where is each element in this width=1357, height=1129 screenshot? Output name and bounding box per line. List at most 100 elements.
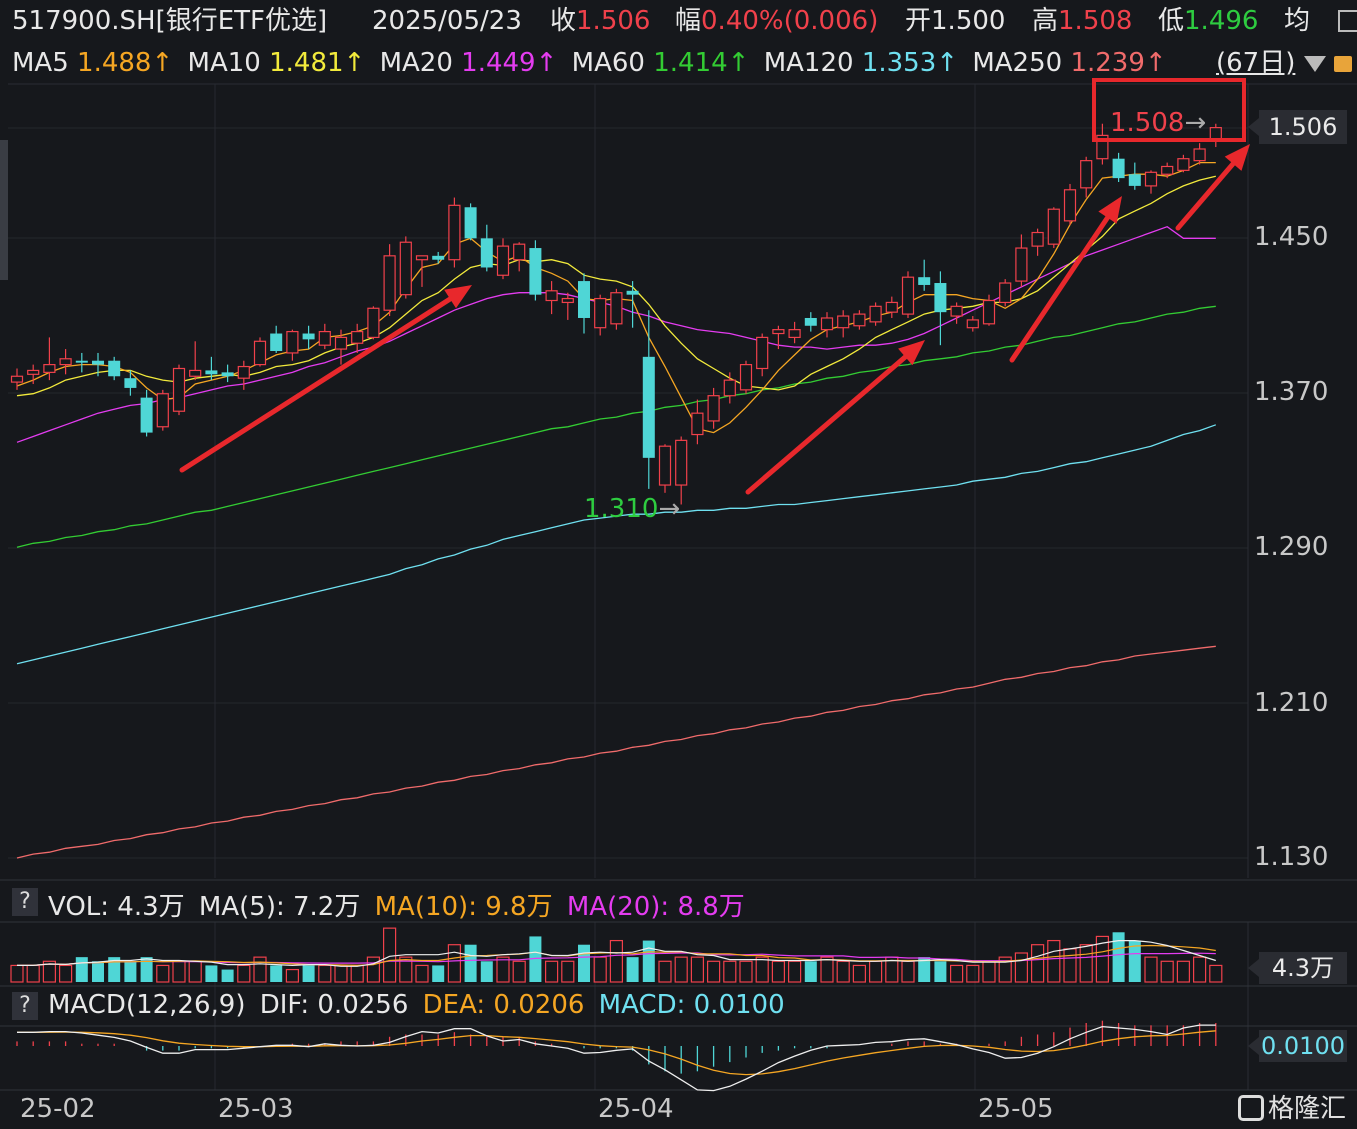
- candle-up: [1193, 148, 1206, 162]
- arrow-2-shaft: [745, 354, 908, 495]
- vol-current-box: 4.3万: [1259, 952, 1347, 984]
- ma250-line: [16, 645, 1216, 859]
- candle-down: [1128, 174, 1141, 186]
- volume-bar-up: [172, 960, 186, 983]
- volume-bar-down: [432, 965, 445, 982]
- volume-bar-up: [334, 964, 348, 983]
- volume-bar-up: [496, 956, 510, 983]
- candle-up: [885, 301, 898, 313]
- candle-down: [124, 378, 137, 388]
- arrow-4-shaft: [1175, 161, 1236, 231]
- candle-up: [43, 364, 56, 373]
- volume-bar-down: [75, 957, 88, 982]
- candle-down: [140, 397, 153, 433]
- candle-down: [804, 317, 817, 326]
- vol-pointer: [1248, 959, 1259, 977]
- candle-up: [1015, 247, 1028, 282]
- volume-bar-up: [690, 956, 705, 983]
- candle-up: [658, 445, 672, 486]
- macd-current-box: 0.0100: [1259, 1030, 1347, 1062]
- volume-bar-up: [868, 960, 883, 983]
- volume-bar-up: [755, 956, 769, 983]
- candle-up: [367, 307, 380, 339]
- dea-line: [17, 1030, 1216, 1076]
- volume-bar-down: [642, 940, 655, 982]
- price-tick-5: 1.130: [1254, 842, 1329, 872]
- candle-up: [1031, 231, 1044, 247]
- volume-bar-down: [205, 965, 218, 982]
- candle-down: [626, 290, 639, 295]
- candle-up: [448, 204, 461, 261]
- volume-bar-up: [658, 960, 672, 983]
- volume-bar-up: [253, 956, 267, 983]
- volume-bar-up: [1209, 964, 1223, 983]
- candle-up: [723, 379, 736, 397]
- candle-down: [529, 248, 542, 295]
- kline-chart[interactable]: [0, 0, 1357, 1129]
- volume-bar-up: [739, 960, 753, 983]
- candle-down: [480, 238, 493, 268]
- volume-bar-up: [852, 964, 867, 983]
- price-tick-2: 1.370: [1254, 377, 1329, 407]
- volume-bar-down: [578, 944, 590, 982]
- volume-bar-down: [270, 965, 283, 982]
- vol-legend: VOL: 4.3万 MA(5): 7.2万 MA(10): 9.8万 MA(20…: [48, 892, 745, 922]
- candle-up: [610, 292, 623, 325]
- volume-bar-down: [221, 969, 234, 982]
- volume-bar-down: [1112, 932, 1125, 982]
- price-pointer: [1248, 118, 1259, 136]
- price-tick-1: 1.450: [1254, 222, 1329, 252]
- volume-bar-up: [447, 944, 461, 983]
- candle-up: [496, 245, 510, 276]
- x-label-apr: 25-04: [598, 1094, 674, 1124]
- volume-bar-up: [1030, 944, 1045, 983]
- candle-up: [966, 319, 979, 329]
- x-label-feb: 25-02: [20, 1094, 96, 1124]
- candle-down: [302, 333, 315, 340]
- candle-up: [189, 369, 202, 377]
- candle-up: [950, 305, 963, 317]
- volume-bar-down: [92, 961, 104, 982]
- g-logo-icon: [1238, 1095, 1264, 1121]
- low-marker-label: 1.310→: [584, 494, 681, 524]
- x-label-mar: 25-03: [218, 1094, 294, 1124]
- volume-bar-up: [1063, 948, 1077, 983]
- candle-up: [237, 365, 250, 379]
- volume-bar-up: [1160, 960, 1174, 983]
- volume-bar-up: [723, 960, 737, 983]
- volume-bar-up: [544, 960, 559, 983]
- candle-up: [513, 243, 526, 261]
- volume-bar-up: [58, 964, 73, 983]
- vol-ma20-line: [17, 952, 1216, 967]
- volume-bar-up: [771, 960, 786, 983]
- candle-down: [92, 360, 104, 365]
- volume-bar-up: [1014, 952, 1029, 983]
- vol-help-button[interactable]: ?: [12, 888, 38, 916]
- candle-up: [1063, 189, 1077, 222]
- arrow-1-shaft: [179, 296, 453, 473]
- volume-bar-up: [706, 960, 721, 983]
- scroll-thumb: [0, 140, 8, 280]
- volume-bar-up: [1047, 939, 1061, 983]
- candle-up: [1080, 160, 1093, 189]
- candle-up: [1161, 165, 1174, 175]
- candle-up: [691, 412, 704, 436]
- candle-up: [545, 290, 558, 302]
- volume-bar-up: [1079, 944, 1093, 983]
- x-label-may: 25-05: [978, 1094, 1054, 1124]
- candle-up: [1177, 158, 1190, 171]
- candle-up: [286, 330, 299, 354]
- volume-bar-up: [10, 964, 24, 983]
- candle-up: [739, 364, 753, 391]
- volume-bar-up: [350, 964, 364, 983]
- volume-bar-up: [674, 956, 688, 983]
- macd-help-button[interactable]: ?: [12, 992, 38, 1020]
- candle-up: [10, 375, 24, 383]
- volume-bar-up: [366, 956, 380, 983]
- candle-up: [869, 305, 882, 323]
- price-tick-4: 1.210: [1254, 688, 1329, 718]
- volume-bar-up: [593, 956, 607, 983]
- candle-down: [1112, 158, 1125, 179]
- candle-up: [253, 340, 267, 366]
- ma10-line: [16, 175, 1216, 397]
